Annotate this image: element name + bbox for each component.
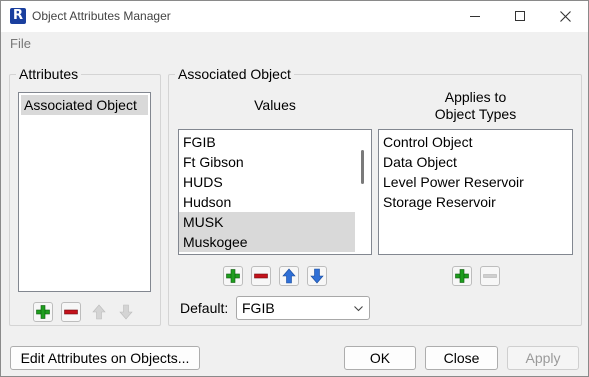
app-logo-icon: R [10,8,26,24]
value-item[interactable]: Muskogee [179,232,355,252]
object-attributes-manager-window: R Object Attributes Manager File Attribu… [0,0,589,377]
remove-value-button[interactable] [251,266,271,286]
values-scrollbar-thumb[interactable] [361,150,364,184]
object-type-item[interactable]: Level Power Reservoir [379,172,572,192]
minus-icon [483,274,497,278]
maximize-icon [515,11,525,21]
values-list-items: FGIB Ft Gibson HUDS Hudson MUSK Muskogee [179,132,355,252]
add-attribute-button[interactable] [33,302,53,322]
attributes-group-title: Attributes [16,66,82,82]
values-scrollbar[interactable] [355,130,371,254]
values-column-header: Values [254,97,296,113]
window-title: Object Attributes Manager [32,9,171,23]
menu-bar: File [1,34,588,54]
object-type-item[interactable]: Control Object [379,132,572,152]
maximize-button[interactable] [498,1,542,31]
object-types-list-items: Control Object Data Object Level Power R… [379,130,572,212]
arrow-down-icon [119,304,133,320]
close-icon [559,10,571,22]
move-value-down-button[interactable] [307,266,327,286]
plus-icon [226,269,240,283]
move-value-up-button[interactable] [279,266,299,286]
remove-attribute-button[interactable] [61,302,81,322]
ok-button[interactable]: OK [344,346,416,370]
value-item[interactable]: HUDS [179,172,355,192]
value-item[interactable]: Ft Gibson [179,152,355,172]
plus-icon [36,305,50,319]
edit-attributes-on-objects-button[interactable]: Edit Attributes on Objects... [10,346,200,370]
default-value: FGIB [242,300,275,316]
minus-icon [254,273,268,279]
arrow-up-icon [282,268,296,284]
remove-object-type-button[interactable] [480,266,500,286]
value-item[interactable]: MUSK [179,212,355,232]
arrow-down-icon [310,268,324,284]
attribute-item-associated-object[interactable]: Associated Object [21,95,148,115]
associated-object-group-title: Associated Object [175,66,294,82]
plus-icon [455,269,469,283]
menu-file[interactable]: File [10,36,31,51]
apply-button[interactable]: Apply [507,346,579,370]
close-window-button[interactable] [543,1,587,31]
value-item[interactable]: Hudson [179,192,355,212]
add-object-type-button[interactable] [452,266,472,286]
value-item[interactable]: FGIB [179,132,355,152]
attributes-list[interactable]: Associated Object [18,92,151,292]
move-attribute-down-button[interactable] [116,302,136,322]
move-attribute-up-button[interactable] [89,302,109,322]
object-type-item[interactable]: Data Object [379,152,572,172]
add-value-button[interactable] [223,266,243,286]
applies-to-header-line-2: Object Types [434,106,517,122]
object-types-list[interactable]: Control Object Data Object Level Power R… [378,129,573,255]
title-bar[interactable]: R Object Attributes Manager [1,1,588,32]
values-list[interactable]: FGIB Ft Gibson HUDS Hudson MUSK Muskogee [178,129,372,255]
applies-to-header-line-1: Applies to [444,89,507,105]
minimize-icon [470,15,480,17]
default-value-combobox[interactable]: FGIB [236,296,370,320]
default-label: Default: [180,300,229,316]
object-type-item[interactable]: Storage Reservoir [379,192,572,212]
close-button[interactable]: Close [425,346,498,370]
chevron-down-icon [354,306,363,312]
minimize-button[interactable] [453,1,497,31]
arrow-up-icon [92,304,106,320]
minus-icon [64,309,78,315]
applies-to-column-header: Applies to Object Types [378,89,573,123]
